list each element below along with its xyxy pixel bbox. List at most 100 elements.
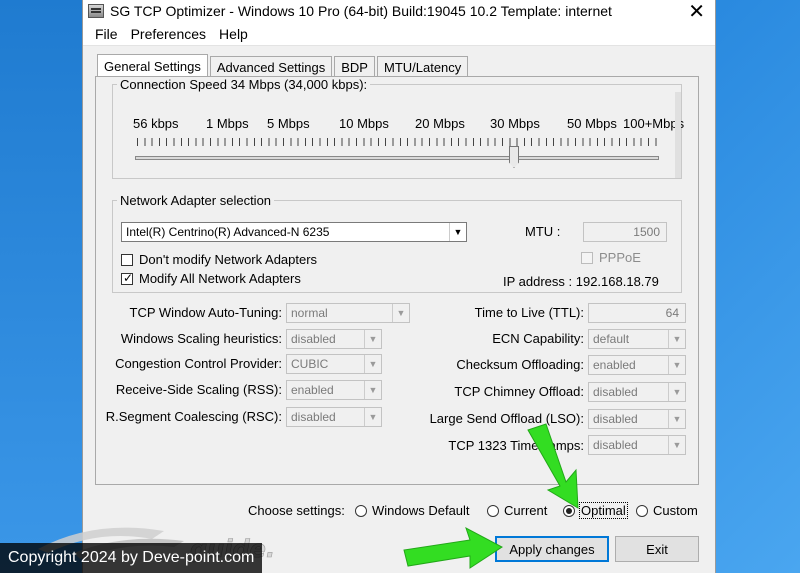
chevron-down-icon: ▼ [668, 410, 685, 428]
rss-value: enabled [291, 383, 334, 397]
ttl-field[interactable]: 64 [588, 303, 686, 323]
chevron-down-icon: ▼ [364, 330, 381, 348]
speed-label: 20 Mbps [415, 116, 465, 131]
connection-speed-group: Connection Speed 34 Mbps (34,000 kbps): … [112, 77, 684, 179]
congestion-provider-value: CUBIC [291, 357, 329, 371]
speed-scrollbar[interactable] [675, 92, 681, 178]
scaling-heuristics-value: disabled [291, 332, 336, 346]
radio-circle [563, 504, 575, 517]
app-icon [88, 4, 104, 18]
rsc-select[interactable]: disabled ▼ [286, 407, 382, 427]
radio-label: Optimal [579, 502, 628, 519]
rss-select[interactable]: enabled ▼ [286, 380, 382, 400]
pppoe-label: PPPoE [599, 250, 641, 265]
apply-changes-button[interactable]: Apply changes [495, 536, 609, 562]
radio-label: Custom [653, 503, 698, 518]
speed-slider-track[interactable] [135, 156, 659, 160]
close-icon[interactable]: ✕ [688, 0, 705, 24]
label-window-autotuning: TCP Window Auto-Tuning: [129, 305, 282, 320]
radio-current[interactable]: Current [487, 503, 547, 518]
pppoe-checkbox[interactable]: PPPoE [581, 250, 641, 265]
dont-modify-box [121, 253, 133, 266]
checksum-select[interactable]: enabled ▼ [588, 355, 686, 375]
label-scaling-heuristics: Windows Scaling heuristics: [120, 331, 282, 346]
congestion-provider-select[interactable]: CUBIC ▼ [286, 354, 382, 374]
lso-select[interactable]: disabled ▼ [588, 409, 686, 429]
chevron-down-icon: ▼ [392, 304, 409, 322]
desktop-background [0, 0, 82, 573]
title-bar: SG TCP Optimizer - Windows 10 Pro (64-bi… [83, 0, 715, 24]
radio-label: Windows Default [372, 503, 470, 518]
adapter-dropdown[interactable]: Intel(R) Centrino(R) Advanced-N 6235 ▼ [121, 222, 467, 242]
chevron-down-icon: ▼ [668, 383, 685, 401]
speed-slider-thumb[interactable] [509, 146, 519, 168]
chevron-down-icon: ▼ [668, 356, 685, 374]
speed-label: 30 Mbps [490, 116, 540, 131]
mtu-field[interactable]: 1500 [583, 222, 667, 242]
chevron-down-icon: ▼ [364, 355, 381, 373]
adapter-selected: Intel(R) Centrino(R) Advanced-N 6235 [126, 225, 330, 239]
tab-bdp[interactable]: BDP [334, 56, 375, 77]
tab-mtu-latency[interactable]: MTU/Latency [376, 56, 469, 77]
radio-circle [636, 504, 648, 517]
radio-circle [355, 504, 367, 517]
speed-label: 56 kbps [133, 116, 179, 131]
chevron-down-icon: ▼ [364, 408, 381, 426]
choose-settings-label: Choose settings: [248, 503, 345, 518]
speed-label: 1 Mbps [206, 116, 249, 131]
label-rss: Receive-Side Scaling (RSS): [115, 382, 282, 397]
network-adapter-legend: Network Adapter selection [120, 193, 272, 208]
tab-advanced-settings[interactable]: Advanced Settings [209, 56, 333, 77]
copyright-watermark: Copyright 2024 by Deve-point.com [0, 543, 263, 573]
menu-preferences[interactable]: Preferences [131, 26, 206, 42]
label-ecn: ECN Capability: [492, 331, 584, 346]
chevron-down-icon: ▼ [364, 381, 381, 399]
modify-all-checkbox[interactable]: Modify All Network Adapters [121, 271, 301, 286]
ecn-select[interactable]: default ▼ [588, 329, 686, 349]
ecn-value: default [593, 332, 630, 346]
chimney-value: disabled [593, 385, 638, 399]
speed-label: 5 Mbps [267, 116, 310, 131]
chimney-select[interactable]: disabled ▼ [588, 382, 686, 402]
ip-address: IP address : 192.168.18.79 [503, 274, 659, 289]
pppoe-box [581, 251, 593, 264]
label-congestion-provider: Congestion Control Provider: [115, 356, 282, 371]
general-settings-panel: Connection Speed 34 Mbps (34,000 kbps): … [95, 76, 699, 485]
menu-bar: File Preferences Help [83, 22, 715, 46]
window-title: SG TCP Optimizer - Windows 10 Pro (64-bi… [110, 3, 612, 19]
radio-optimal[interactable]: Optimal [563, 502, 628, 519]
timestamps-select[interactable]: disabled ▼ [588, 435, 686, 455]
window-autotuning-value: normal [291, 306, 328, 320]
label-timestamps: TCP 1323 Timestamps: [448, 438, 584, 453]
tab-strip: General Settings Advanced Settings BDP M… [97, 53, 470, 78]
app-window: SG TCP Optimizer - Windows 10 Pro (64-bi… [82, 0, 716, 573]
dont-modify-label: Don't modify Network Adapters [139, 252, 318, 267]
mtu-label: MTU : [525, 224, 561, 239]
label-ttl: Time to Live (TTL): [474, 305, 584, 320]
rsc-value: disabled [291, 410, 336, 424]
radio-custom[interactable]: Custom [636, 503, 698, 518]
tab-general-settings[interactable]: General Settings [97, 54, 208, 78]
chevron-down-icon: ▼ [668, 330, 685, 348]
label-chimney: TCP Chimney Offload: [454, 384, 584, 399]
radio-label: Current [504, 503, 548, 518]
exit-button[interactable]: Exit [615, 536, 699, 562]
timestamps-value: disabled [593, 438, 638, 452]
label-rsc: R.Segment Coalescing (RSC): [105, 409, 282, 424]
speed-label: 10 Mbps [339, 116, 389, 131]
speed-label: 50 Mbps [567, 116, 617, 131]
slider-ticks [137, 138, 661, 146]
radio-windows-default[interactable]: Windows Default [355, 503, 470, 518]
connection-speed-legend: Connection Speed 34 Mbps (34,000 kbps): [120, 77, 368, 92]
window-autotuning-select[interactable]: normal ▼ [286, 303, 410, 323]
scaling-heuristics-select[interactable]: disabled ▼ [286, 329, 382, 349]
modify-all-label: Modify All Network Adapters [139, 271, 301, 286]
network-adapter-group: Network Adapter selection Intel(R) Centr… [112, 193, 682, 293]
chevron-down-icon: ▼ [449, 223, 466, 241]
menu-help[interactable]: Help [219, 26, 248, 42]
menu-file[interactable]: File [95, 26, 118, 42]
label-lso: Large Send Offload (LSO): [429, 411, 584, 426]
dont-modify-checkbox[interactable]: Don't modify Network Adapters [121, 252, 317, 267]
label-checksum: Checksum Offloading: [456, 357, 584, 372]
modify-all-box [121, 271, 133, 285]
